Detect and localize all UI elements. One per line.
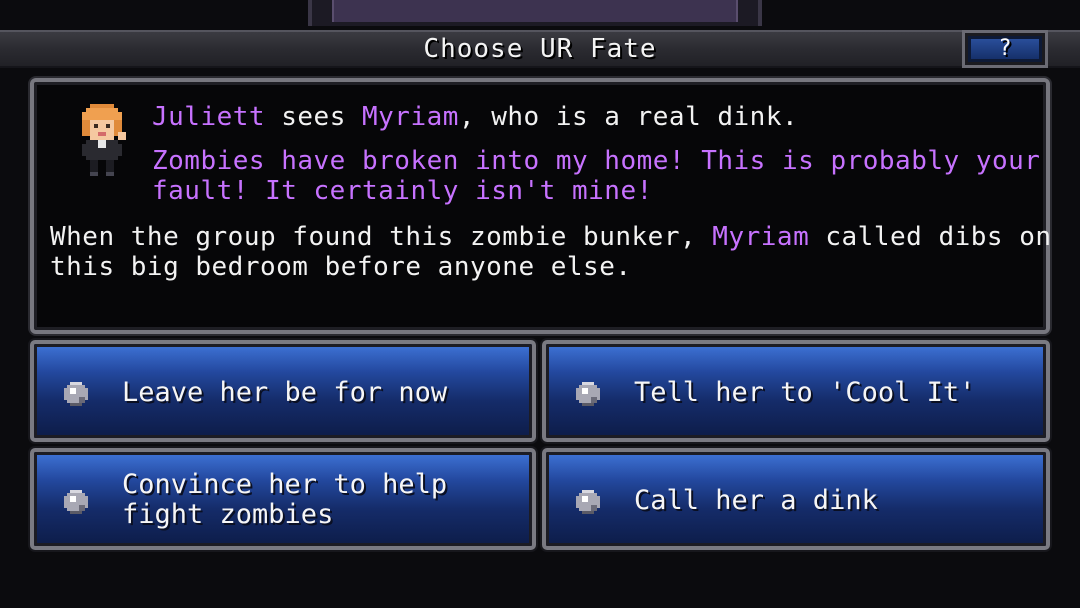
choice-button-convince[interactable]: Convince her to help fight zombies [30, 448, 536, 550]
narration-line-2: this big bedroom before anyone else. [50, 252, 632, 282]
encounter-line: Juliett sees Myriam, who is a real dink. [152, 102, 798, 132]
choice-button-leave[interactable]: Leave her be for now [30, 340, 536, 442]
narration-text-end: called dibs on [809, 222, 1052, 252]
character-portrait [82, 104, 126, 176]
choice-orb-icon [576, 490, 600, 514]
encounter-text-end: , who is a real dink. [458, 102, 799, 132]
target-name: Myriam [362, 102, 459, 132]
help-button[interactable]: ? [962, 30, 1048, 68]
choice-label-multiline: Convince her to help fight zombies [122, 470, 447, 530]
message-panel: Juliett sees Myriam, who is a real dink.… [30, 78, 1052, 334]
choice-label: Call her a dink [634, 485, 878, 516]
choice-label: Leave her be for now [122, 377, 448, 408]
background-doorway [308, 0, 762, 26]
quote-line-1: Zombies have broken into my home! This i… [152, 146, 1041, 176]
choice-orb-icon [576, 382, 600, 406]
page-title: Choose UR Fate [423, 34, 657, 64]
choice-orb-icon [64, 382, 88, 406]
choice-label: Tell her to 'Cool It' [634, 377, 976, 408]
choice-button-insult[interactable]: Call her a dink [542, 448, 1050, 550]
narration-name: Myriam [712, 222, 810, 252]
narration-line-1: When the group found this zombie bunker,… [50, 222, 1052, 252]
encounter-text: sees [265, 102, 362, 132]
background-doorway-panel [332, 0, 738, 22]
choice-orb-icon [64, 490, 88, 514]
narration-text-start: When the group found this zombie bunker, [50, 222, 713, 252]
speaker-name: Juliett [152, 102, 266, 132]
choice-label-line-2: fight zombies [122, 499, 334, 530]
choice-button-cool-it[interactable]: Tell her to 'Cool It' [542, 340, 1050, 442]
choice-label-line-1: Convince her to help [122, 469, 448, 500]
help-button-label: ? [998, 36, 1012, 61]
quote-line-2: fault! It certainly isn't mine! [152, 176, 653, 206]
